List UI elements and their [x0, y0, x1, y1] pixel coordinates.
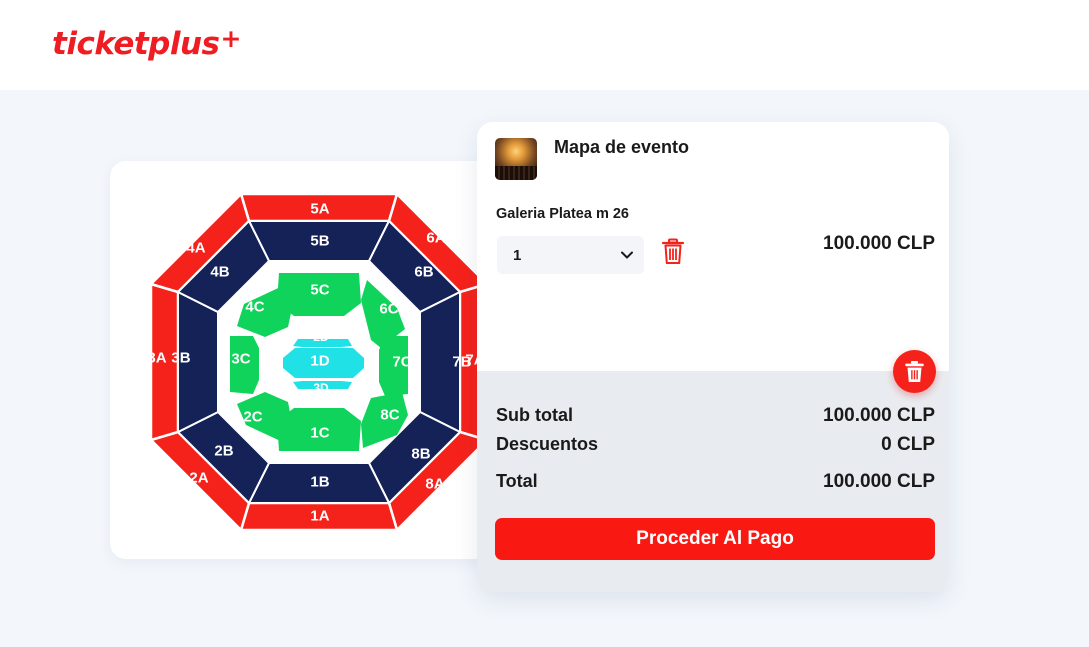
total-label: Total	[496, 471, 538, 491]
quantity-select[interactable]: 1	[497, 236, 644, 274]
header: ticketplus+	[0, 0, 1089, 90]
total-value: 100.000 CLP	[823, 471, 935, 492]
label-5C: 5C	[310, 282, 329, 299]
trash-icon	[661, 238, 685, 264]
label-6C: 6C	[379, 301, 398, 318]
label-8C: 8C	[380, 407, 399, 424]
label-4B: 4B	[210, 264, 229, 281]
label-2A: 2A	[189, 470, 208, 487]
subtotal-label: Sub total	[496, 405, 573, 425]
label-3C: 3C	[231, 351, 250, 368]
cart-panel: Mapa de evento Galeria Platea m 26 1 100…	[477, 122, 949, 592]
label-6B: 6B	[414, 264, 433, 281]
trash-icon	[905, 361, 924, 382]
label-3A: 3A	[147, 350, 166, 367]
subtotal-value: 100.000 CLP	[823, 405, 935, 426]
ticket-name: Galeria Platea m 26	[496, 206, 629, 222]
discounts-value: 0 CLP	[881, 434, 935, 455]
label-1D: 1D	[310, 353, 329, 370]
label-1A: 1A	[310, 508, 329, 525]
label-4A: 4A	[186, 240, 205, 257]
label-2D: 2D	[313, 330, 329, 344]
label-8B: 8B	[411, 446, 430, 463]
ticketplus-logo[interactable]: ticketplus+	[52, 24, 241, 62]
label-4C: 4C	[245, 299, 264, 316]
label-5A: 5A	[310, 201, 329, 218]
label-7B: 7B	[452, 354, 471, 371]
chevron-down-icon	[621, 251, 633, 259]
discounts-label: Descuentos	[496, 434, 599, 454]
event-thumbnail	[495, 138, 537, 180]
label-6A: 6A	[426, 230, 445, 247]
label-7C: 7C	[392, 354, 411, 371]
seat-map-card: 5A 6A 7A 8A 1A 2A 3A 4A 5B 6B 7B 8B 1B 2…	[110, 161, 510, 559]
clear-cart-button[interactable]	[893, 350, 936, 393]
venue-seat-map: 5A 6A 7A 8A 1A 2A 3A 4A 5B 6B 7B 8B 1B 2…	[147, 191, 490, 533]
quantity-value: 1	[513, 247, 522, 264]
label-2B: 2B	[214, 443, 233, 460]
label-1C: 1C	[310, 425, 329, 442]
ticket-price: 100.000 CLP	[823, 233, 935, 254]
label-8A: 8A	[425, 476, 444, 493]
event-title: Mapa de evento	[554, 137, 690, 157]
label-1B: 1B	[310, 474, 329, 491]
remove-ticket-button[interactable]	[661, 238, 685, 266]
label-3B: 3B	[171, 350, 190, 367]
proceed-to-payment-button[interactable]: Proceder Al Pago	[495, 518, 935, 560]
label-5B: 5B	[310, 233, 329, 250]
label-3D: 3D	[313, 381, 329, 395]
label-2C: 2C	[243, 409, 262, 426]
